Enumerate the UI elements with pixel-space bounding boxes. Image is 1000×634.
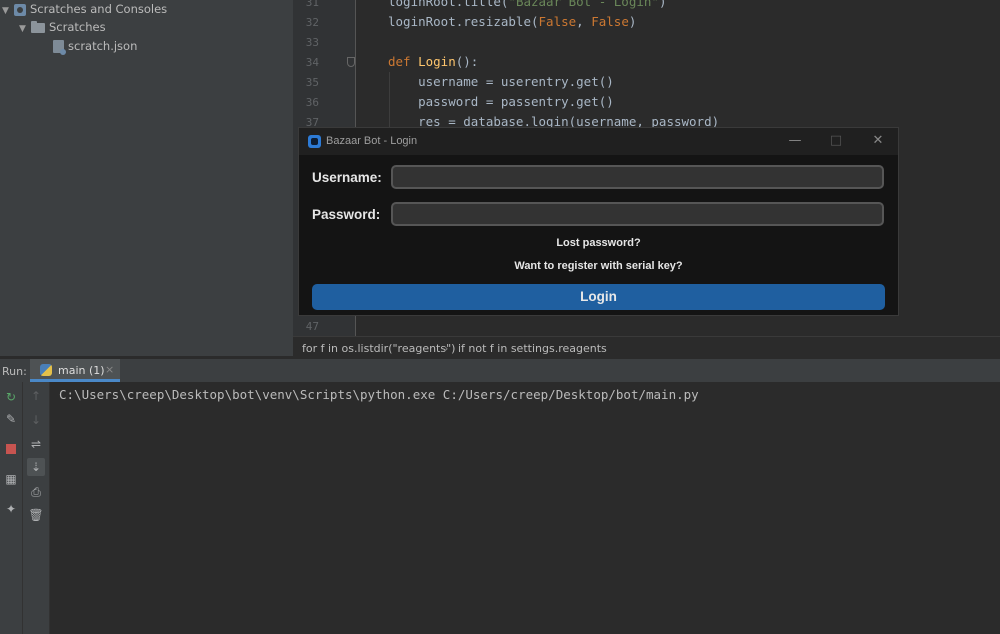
line-number: 33 xyxy=(305,36,319,49)
chevron-down-icon[interactable]: ▼ xyxy=(19,20,31,38)
breadcrumb: for f in os.listdir("reagents") › if not… xyxy=(293,336,1000,359)
code-line[interactable]: loginRoot.title("Bazaar Bot - Login") xyxy=(388,0,666,9)
python-icon xyxy=(40,364,52,376)
run-actions-strip: ↻ ✎ ▦ ✦ xyxy=(0,382,23,634)
trash-icon[interactable]: 🗑 xyxy=(27,506,45,524)
password-field[interactable] xyxy=(391,202,884,226)
arrow-down-icon[interactable]: ↓ xyxy=(27,411,45,429)
code-line[interactable]: def Login(): xyxy=(388,54,478,69)
stop-icon[interactable] xyxy=(2,440,20,458)
code-line[interactable]: loginRoot.resizable(False, False) xyxy=(388,14,636,29)
line-number: 36 xyxy=(305,96,319,109)
console-toolbar: ↑ ↓ ⇌ ⇣ ⎙ 🗑 xyxy=(23,382,50,634)
tree-item-label: Scratches xyxy=(49,20,106,34)
fold-marker-icon[interactable] xyxy=(347,57,355,67)
scroll-to-end-icon[interactable]: ⇣ xyxy=(27,458,45,476)
code-line[interactable]: username = userentry.get() xyxy=(388,74,614,89)
rerun-icon[interactable]: ↻ xyxy=(2,388,20,406)
project-tool-window: ▼ Scratches and Consoles ▼ Scratches scrat… xyxy=(0,0,293,356)
tab-main[interactable]: main (1) × xyxy=(30,359,120,382)
wrench-icon[interactable]: ✎ xyxy=(2,410,20,428)
dialog-title-bar[interactable]: Bazaar Bot - Login — □ ✕ xyxy=(299,128,898,155)
tree-item-scratches-and-consoles[interactable]: ▼ Scratches and Consoles xyxy=(2,0,167,18)
line-number: 35 xyxy=(305,76,319,89)
scratches-icon xyxy=(14,3,26,16)
run-label: Run: xyxy=(2,365,27,378)
arrow-up-icon[interactable]: ↑ xyxy=(27,387,45,405)
chevron-down-icon[interactable]: ▼ xyxy=(2,2,14,20)
line-number: 32 xyxy=(305,16,319,29)
tree-item-label: Scratches and Consoles xyxy=(30,2,168,16)
json-file-icon xyxy=(53,40,66,55)
folder-icon xyxy=(31,20,45,33)
line-number: 31 xyxy=(305,0,319,9)
line-number: 34 xyxy=(305,56,319,69)
username-field[interactable] xyxy=(391,165,884,189)
lost-password-link[interactable]: Lost password? xyxy=(299,237,898,249)
tree-item-scratches[interactable]: ▼ Scratches xyxy=(19,18,106,36)
register-link[interactable]: Want to register with serial key? xyxy=(299,260,898,272)
breadcrumb-item[interactable]: for f in os.listdir("reagents") xyxy=(302,342,455,355)
breadcrumb-item[interactable]: if not f in settings.reagents xyxy=(458,342,607,355)
login-button[interactable]: Login xyxy=(312,284,885,310)
line-number: 47 xyxy=(305,320,319,333)
print-icon[interactable]: ⎙ xyxy=(27,483,45,501)
app-icon xyxy=(308,135,321,148)
console-line: C:\Users\creep\Desktop\bot\venv\Scripts\… xyxy=(59,387,699,402)
soft-wrap-icon[interactable]: ⇌ xyxy=(27,435,45,453)
close-button[interactable]: ✕ xyxy=(868,132,888,150)
username-label: Username: xyxy=(312,170,382,185)
maximize-button[interactable]: □ xyxy=(826,132,846,150)
tree-item-scratch-json[interactable]: scratch.json xyxy=(53,37,137,55)
minimize-button[interactable]: — xyxy=(785,132,805,150)
pin-icon[interactable]: ✦ xyxy=(2,500,20,518)
tab-label: main (1) xyxy=(58,364,105,377)
run-tool-window-header: Run: main (1) × xyxy=(0,358,1000,384)
login-dialog: Bazaar Bot - Login — □ ✕ Username: Passw… xyxy=(298,127,899,316)
console-output[interactable]: C:\Users\creep\Desktop\bot\venv\Scripts\… xyxy=(50,382,1000,634)
layout-icon[interactable]: ▦ xyxy=(2,470,20,488)
tree-item-label: scratch.json xyxy=(68,39,138,53)
dialog-title: Bazaar Bot - Login xyxy=(326,135,418,147)
breadcrumb-separator: › xyxy=(444,342,449,355)
close-icon[interactable]: × xyxy=(105,363,114,376)
password-label: Password: xyxy=(312,207,381,222)
code-line[interactable]: password = passentry.get() xyxy=(388,94,614,109)
